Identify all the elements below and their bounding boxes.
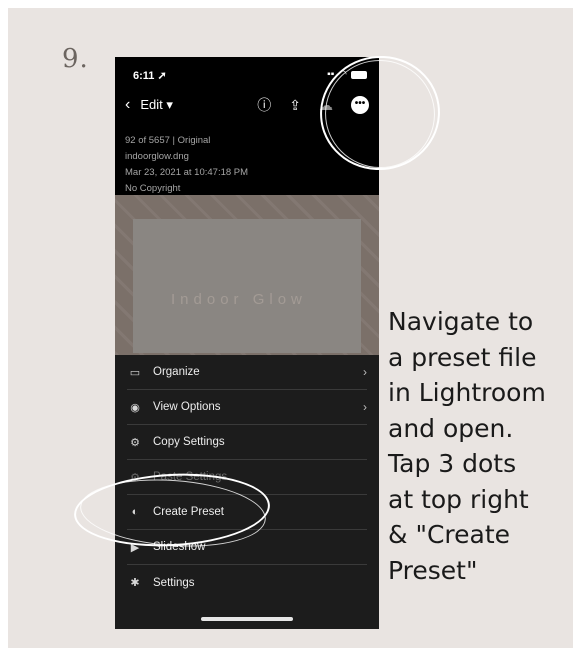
- copy-settings-icon: ⚙: [130, 436, 140, 449]
- instruction-text: Navigate to a preset file in Lightroom a…: [388, 307, 546, 585]
- menu-item-organize[interactable]: ▭ Organize ›: [127, 355, 367, 390]
- chevron-left-icon[interactable]: ‹: [125, 96, 130, 114]
- chevron-right-icon: ›: [363, 365, 367, 379]
- photo-preview: Indoor Glow: [115, 195, 379, 355]
- home-indicator: [201, 617, 293, 621]
- menu-item-copy-settings[interactable]: ⚙ Copy Settings: [127, 425, 367, 460]
- share-icon[interactable]: ⇪: [289, 97, 301, 114]
- photo-metadata: 92 of 5657 | Original indoorglow.dng Mar…: [125, 133, 248, 197]
- folder-icon: ▭: [129, 366, 141, 379]
- view-options-icon: ◉: [130, 401, 140, 414]
- edit-dropdown[interactable]: Edit ▾: [140, 97, 173, 113]
- menu-item-settings[interactable]: ✱ Settings: [127, 565, 367, 600]
- menu-item-view-options[interactable]: ◉ View Options ›: [127, 390, 367, 425]
- photo-caption: Indoor Glow: [171, 291, 307, 308]
- meta-date: Mar 23, 2021 at 10:47:18 PM: [125, 167, 249, 178]
- meta-filename: indoorglow.dng: [125, 151, 189, 162]
- step-number: 9.: [62, 44, 89, 74]
- photo-image-area: [133, 219, 361, 353]
- gear-icon: ✱: [130, 577, 140, 589]
- chevron-right-icon: ›: [363, 400, 367, 414]
- status-time: 6:11 ➚: [133, 70, 167, 82]
- meta-count: 92 of 5657 | Original: [125, 135, 211, 146]
- help-icon[interactable]: ⓘ: [257, 95, 271, 115]
